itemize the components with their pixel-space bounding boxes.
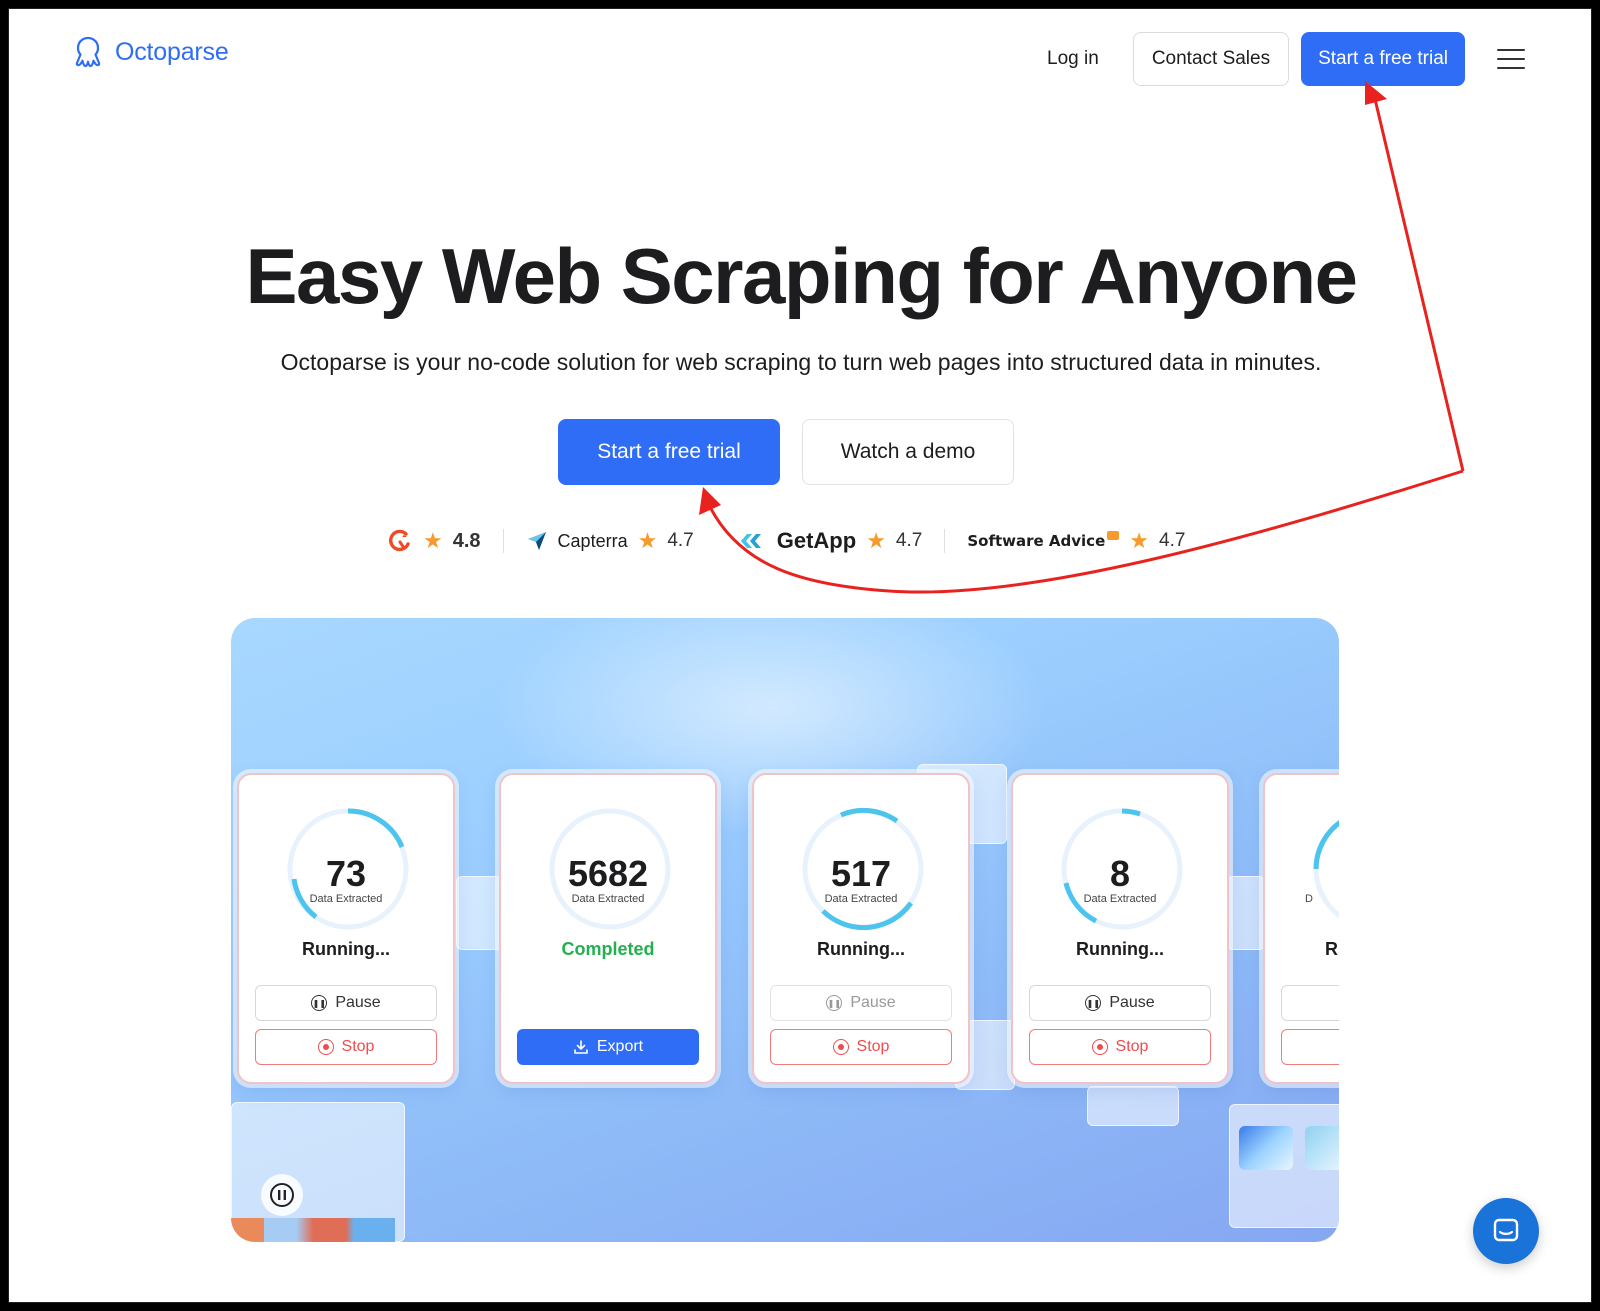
octopus-logo-icon (75, 36, 101, 68)
star-icon: ★ (1129, 528, 1149, 553)
star-icon: ★ (637, 528, 658, 553)
export-label: Export (596, 1038, 644, 1055)
pause-button[interactable]: ❚❚ Pause (255, 985, 437, 1021)
data-extracted-count: 73 (325, 853, 367, 894)
getapp-score: 4.7 (895, 530, 923, 551)
pause-label: Pause (1109, 994, 1155, 1011)
thumbnail-strip (231, 1218, 395, 1242)
stop-icon (832, 1039, 849, 1055)
progress-ring (1312, 807, 1339, 931)
getapp-logo-icon (740, 534, 761, 548)
rating-getapp: GetApp ★ 4.7 (739, 528, 923, 554)
g2-score: 4.8 (452, 529, 481, 552)
header-start-trial-button[interactable]: Start a free trial (1301, 32, 1465, 86)
stop-button[interactable]: Stop (770, 1029, 952, 1065)
pause-label: Pause (335, 994, 381, 1011)
software-advice-score: 4.7 (1159, 530, 1186, 551)
pause-button[interactable]: ❚❚ Pause (1029, 985, 1211, 1021)
g2-logo-icon: 2 (389, 529, 410, 552)
data-extracted-label: Data Extracted (571, 893, 645, 905)
task-card: 5682 Data Extracted Completed Export (499, 773, 717, 1084)
star-icon: ★ (866, 528, 886, 553)
hamburger-menu-icon[interactable] (1497, 47, 1525, 71)
rating-software-advice: Software Advice ★ 4.7 (967, 530, 1185, 552)
speech-bubble-icon (1107, 530, 1120, 540)
capterra-brand: Capterra (557, 530, 628, 551)
pause-icon (270, 1183, 294, 1207)
contact-sales-button[interactable]: Contact Sales (1132, 32, 1290, 86)
stop-icon (1091, 1039, 1108, 1055)
pause-icon: ❚❚ (1085, 995, 1102, 1011)
data-extracted-label: Data Extracted (824, 893, 898, 905)
getapp-brand: GetApp (776, 528, 857, 553)
task-status: Running... (302, 939, 390, 959)
data-extracted-label: D (1305, 893, 1313, 905)
task-status: Completed (561, 939, 655, 959)
stop-label: Stop (341, 1038, 375, 1055)
software-advice-brand: Software Advice (967, 532, 1106, 550)
data-extracted-count: 5682 (567, 853, 649, 894)
rating-g2: 2 ★ 4.8 (387, 528, 481, 554)
pause-button[interactable] (1281, 985, 1339, 1021)
background-window (1087, 1086, 1179, 1126)
task-card: 73 Data Extracted Running... ❚❚ Pause Sto… (237, 773, 455, 1084)
page: Octoparse Log in Contact Sales Start a f… (8, 8, 1592, 1303)
stop-button[interactable]: Stop (255, 1029, 437, 1065)
chat-icon (1493, 1218, 1519, 1242)
data-extracted-label: Data Extracted (309, 893, 383, 905)
divider (502, 529, 504, 553)
pause-icon: ❚❚ (826, 995, 843, 1011)
pause-icon: ❚❚ (311, 995, 328, 1011)
stop-icon (317, 1039, 334, 1055)
divider (944, 529, 946, 553)
watch-demo-button[interactable]: Watch a demo (802, 419, 1014, 485)
logo-text: Octoparse (115, 37, 229, 66)
rating-capterra: Capterra ★ 4.7 (526, 530, 694, 552)
data-extracted-count: 517 (830, 853, 892, 894)
stop-label: Stop (856, 1038, 890, 1055)
hero-subtitle: Octoparse is your no-code solution for w… (280, 349, 1322, 375)
thumbnail-image (1239, 1126, 1293, 1170)
thumbnail-image (1305, 1126, 1339, 1170)
data-extracted-count: 8 (1109, 853, 1131, 894)
task-status: Running... (817, 939, 905, 959)
login-link[interactable]: Log in (1047, 48, 1099, 70)
pause-label: Pause (850, 994, 896, 1011)
stop-label: Stop (1115, 1038, 1149, 1055)
hero-title: Easy Web Scraping for Anyone (245, 232, 1358, 320)
capterra-score: 4.7 (667, 530, 694, 551)
svg-text:2: 2 (402, 531, 407, 539)
background-window (456, 876, 502, 950)
stop-button[interactable]: Stop (1029, 1029, 1211, 1065)
task-card: 517 Data Extracted Running... ❚❚ Pause St… (752, 773, 970, 1084)
chat-launcher-button[interactable] (1473, 1198, 1539, 1264)
export-button[interactable]: Export (517, 1029, 699, 1065)
pause-button[interactable]: ❚❚ Pause (770, 985, 952, 1021)
hero-start-trial-button[interactable]: Start a free trial (558, 419, 780, 485)
product-showcase: 73 Data Extracted Running... ❚❚ Pause Sto… (231, 618, 1339, 1242)
download-icon (574, 1040, 588, 1054)
ratings-bar: 2 ★ 4.8 Capterra ★ 4.7 GetApp ★ 4.7 Soft… (387, 525, 1185, 557)
stop-button[interactable] (1281, 1029, 1339, 1065)
pause-animation-button[interactable] (261, 1174, 303, 1216)
task-status: R (1325, 939, 1338, 959)
data-extracted-label: Data Extracted (1083, 893, 1157, 905)
background-window (1227, 876, 1265, 950)
capterra-logo-icon (527, 532, 546, 550)
task-card: 8 Data Extracted Running... ❚❚ Pause Stop (1011, 773, 1229, 1084)
star-icon: ★ (423, 528, 443, 553)
task-status: Running... (1076, 939, 1164, 959)
logo[interactable]: Octoparse (69, 33, 229, 71)
top-nav: Log in Contact Sales Start a free trial (1047, 32, 1525, 86)
task-card: D R (1263, 773, 1339, 1084)
